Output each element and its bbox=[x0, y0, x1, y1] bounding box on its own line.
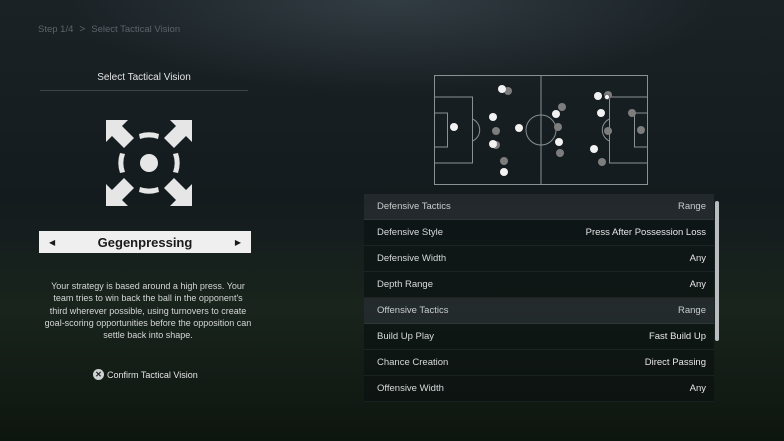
tactics-section-header: Offensive Tactics Range bbox=[364, 298, 714, 324]
tactics-section-header: Defensive Tactics Range bbox=[364, 194, 714, 220]
tactic-value: Press After Possession Loss bbox=[585, 227, 706, 238]
tactic-value: Fast Build Up bbox=[648, 331, 706, 342]
tactical-vision-selector[interactable]: ◀ Gegenpressing ▶ bbox=[39, 231, 251, 253]
scrollbar[interactable] bbox=[715, 201, 719, 341]
tactic-label: Defensive Width bbox=[377, 253, 447, 264]
tactics-row[interactable]: Build Up Play Fast Build Up bbox=[364, 324, 714, 350]
tactics-row[interactable]: Chance Creation Direct Passing bbox=[364, 350, 714, 376]
tactic-value: Any bbox=[689, 253, 706, 264]
tactics-row[interactable]: Defensive Width Any bbox=[364, 246, 714, 272]
tactics-row[interactable]: Offensive Width Any bbox=[364, 376, 714, 402]
cross-button-icon: ✕ bbox=[93, 369, 104, 380]
tactical-vision-name: Gegenpressing bbox=[97, 234, 193, 250]
breadcrumb: Step 1/4 > Select Tactical Vision bbox=[38, 24, 180, 35]
tactic-value: Direct Passing bbox=[644, 357, 706, 368]
arrow-right-icon[interactable]: ▶ bbox=[235, 238, 241, 247]
tactics-row[interactable]: Defensive Style Press After Possession Lo… bbox=[364, 220, 714, 246]
tactic-label: Depth Range bbox=[377, 279, 433, 290]
tactic-value: Range bbox=[678, 201, 706, 212]
vision-description: Your strategy is based around a high pre… bbox=[44, 281, 252, 341]
tactic-label: Build Up Play bbox=[377, 331, 435, 342]
breadcrumb-current: Select Tactical Vision bbox=[91, 24, 181, 35]
tactic-label: Defensive Tactics bbox=[377, 201, 451, 212]
chevron-right-icon: > bbox=[79, 24, 86, 35]
tactic-value: Range bbox=[678, 305, 706, 316]
tactic-label: Defensive Style bbox=[377, 227, 444, 238]
tactics-table: Defensive Tactics Range Defensive Style Pre… bbox=[364, 194, 714, 402]
confirm-label: Confirm Tactical Vision bbox=[107, 369, 198, 380]
tactic-value: Any bbox=[689, 383, 706, 394]
panel-title: Select Tactical Vision bbox=[97, 72, 191, 83]
divider bbox=[40, 90, 248, 91]
tactics-row[interactable]: Depth Range Any bbox=[364, 272, 714, 298]
tactic-label: Offensive Width bbox=[377, 383, 444, 394]
formation-pitch bbox=[434, 75, 648, 185]
tactic-value: Any bbox=[689, 279, 706, 290]
confirm-tactical-vision-button[interactable]: ✕ Confirm Tactical Vision bbox=[93, 369, 198, 380]
tactic-label: Chance Creation bbox=[377, 357, 449, 368]
press-arrows-icon bbox=[106, 120, 192, 206]
tactic-label: Offensive Tactics bbox=[377, 305, 449, 316]
breadcrumb-step: Step 1/4 bbox=[38, 24, 74, 35]
arrow-left-icon[interactable]: ◀ bbox=[49, 238, 55, 247]
